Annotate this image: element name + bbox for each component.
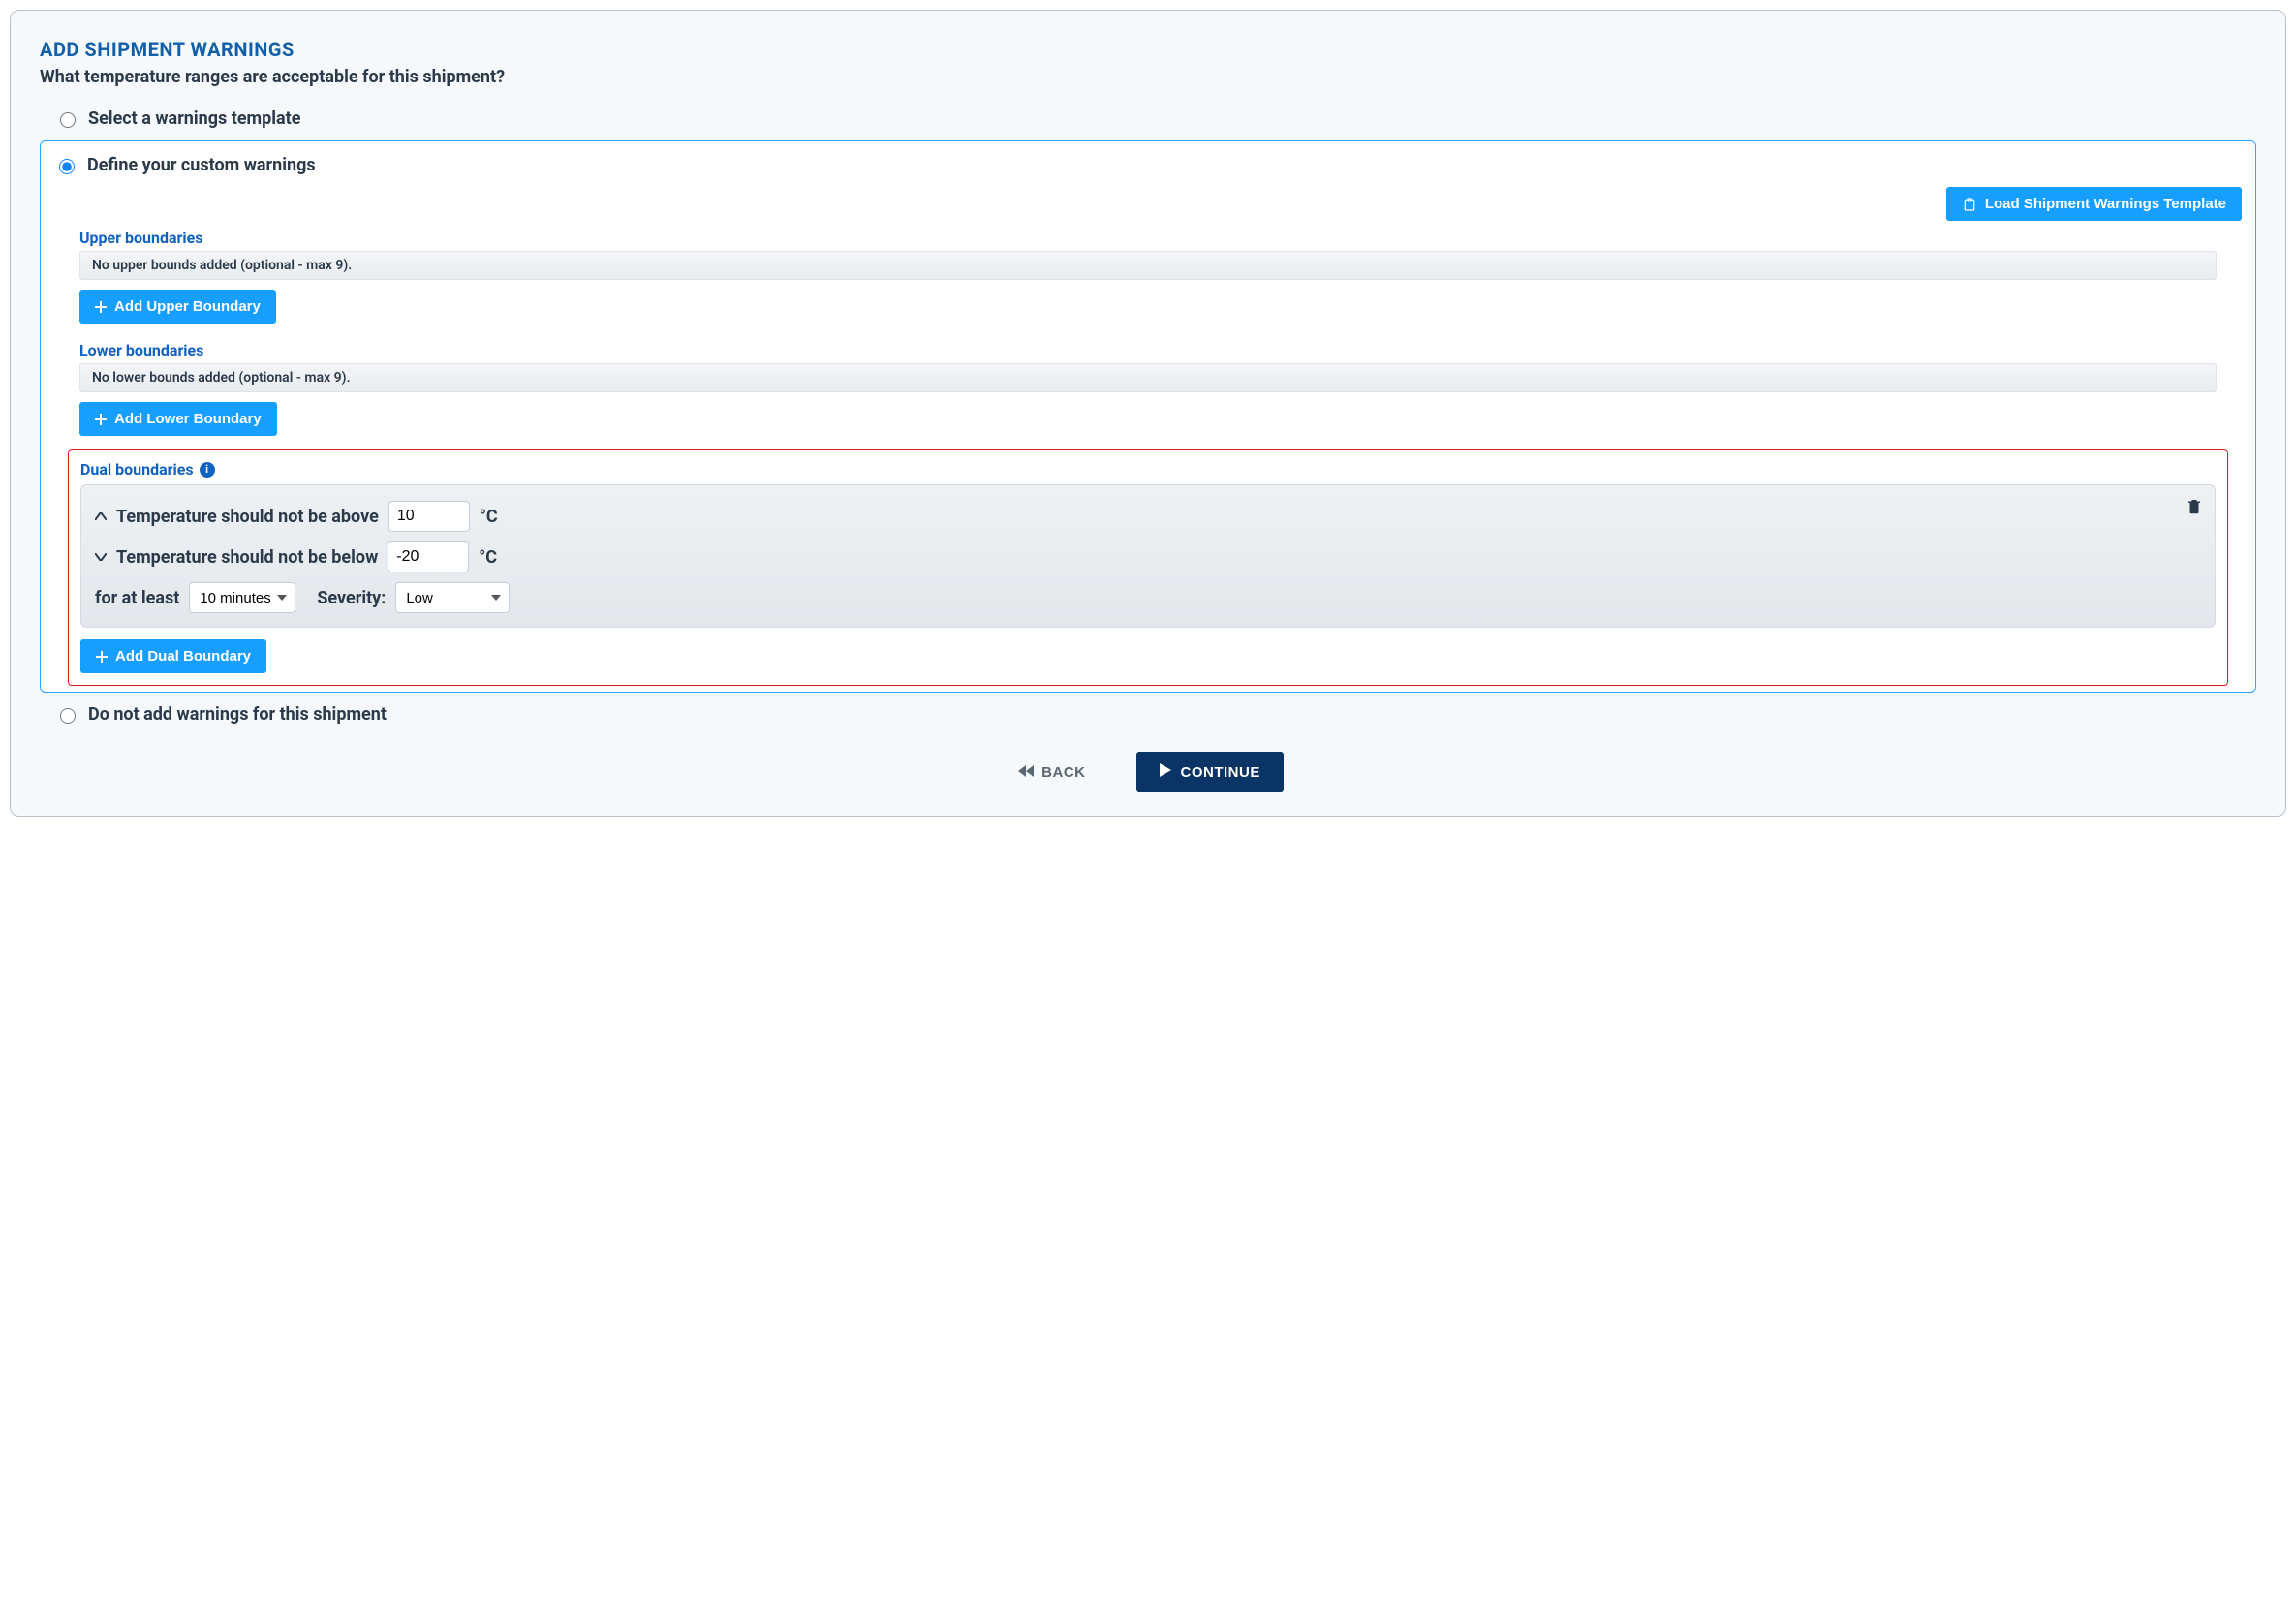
dual-boundaries-section: Dual boundaries i Temperature should not… [68, 449, 2228, 686]
radio-define-custom[interactable] [59, 159, 75, 174]
radio-label: Do not add warnings for this shipment [88, 704, 387, 725]
plus-icon [96, 651, 108, 663]
chevron-down-icon [95, 549, 107, 565]
unit-label: °C [480, 507, 498, 527]
below-label: Temperature should not be below [116, 547, 378, 568]
button-label: BACK [1041, 764, 1085, 781]
shipment-warnings-panel: ADD SHIPMENT WARNINGS What temperature r… [10, 10, 2286, 817]
radio-label: Define your custom warnings [87, 155, 316, 175]
dual-boundary-card: Temperature should not be above °C Tempe… [80, 484, 2216, 628]
option-select-template[interactable]: Select a warnings template [55, 108, 2256, 129]
delete-boundary-button[interactable] [2186, 497, 2203, 518]
info-icon[interactable]: i [200, 462, 215, 478]
page-subtitle: What temperature ranges are acceptable f… [40, 67, 2256, 87]
lower-empty-message: No lower bounds added (optional - max 9)… [79, 363, 2217, 392]
upper-boundaries-section: Upper boundaries No upper bounds added (… [54, 229, 2242, 333]
custom-warnings-box: Define your custom warnings Load Shipmen… [40, 140, 2256, 693]
continue-button[interactable]: CONTINUE [1136, 752, 1284, 792]
lower-boundaries-section: Lower boundaries No lower bounds added (… [54, 341, 2242, 446]
above-value-input[interactable] [388, 501, 470, 532]
add-upper-boundary-button[interactable]: Add Upper Boundary [79, 290, 276, 324]
radio-select-template[interactable] [60, 112, 76, 128]
section-title: Upper boundaries [79, 229, 2217, 247]
button-label: Add Dual Boundary [115, 648, 251, 665]
section-title: Dual boundaries [80, 460, 194, 479]
above-row: Temperature should not be above °C [95, 501, 2201, 532]
page-title: ADD SHIPMENT WARNINGS [40, 38, 2256, 61]
rewind-icon [1018, 764, 1034, 781]
above-label: Temperature should not be above [116, 507, 379, 527]
plus-icon [95, 301, 107, 313]
button-label: CONTINUE [1181, 764, 1260, 781]
option-no-warnings[interactable]: Do not add warnings for this shipment [55, 704, 2256, 725]
button-label: Add Upper Boundary [114, 298, 261, 315]
button-label: Load Shipment Warnings Template [1985, 196, 2226, 212]
below-row: Temperature should not be below °C [95, 541, 2201, 572]
footer-buttons: BACK CONTINUE [40, 752, 2256, 792]
add-dual-boundary-button[interactable]: Add Dual Boundary [80, 639, 266, 673]
for-at-least-label: for at least [95, 588, 179, 608]
upper-empty-message: No upper bounds added (optional - max 9)… [79, 251, 2217, 280]
severity-label: Severity: [317, 588, 386, 608]
radio-label: Select a warnings template [88, 108, 300, 129]
plus-icon [95, 414, 107, 425]
load-template-button[interactable]: Load Shipment Warnings Template [1946, 187, 2242, 221]
button-label: Add Lower Boundary [114, 411, 262, 427]
section-title: Lower boundaries [79, 341, 2217, 359]
option-define-custom[interactable]: Define your custom warnings [54, 155, 2242, 175]
radio-no-warnings[interactable] [60, 708, 76, 724]
play-icon [1160, 763, 1171, 781]
severity-select[interactable]: Low [395, 582, 510, 613]
clipboard-icon [1962, 197, 1977, 212]
duration-select[interactable]: 10 minutes [189, 582, 295, 613]
duration-severity-row: for at least 10 minutes Severity: Low [95, 582, 2201, 613]
chevron-up-icon [95, 509, 107, 524]
below-value-input[interactable] [388, 541, 469, 572]
back-button[interactable]: BACK [1012, 763, 1091, 782]
add-lower-boundary-button[interactable]: Add Lower Boundary [79, 402, 277, 436]
unit-label: °C [479, 547, 497, 568]
